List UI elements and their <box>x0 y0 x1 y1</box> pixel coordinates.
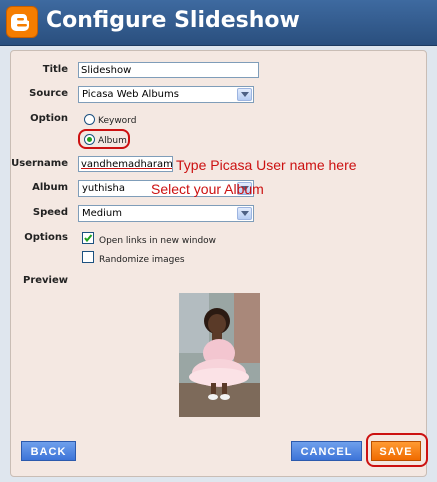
chevron-down-icon <box>237 88 252 101</box>
speed-label: Speed <box>32 207 68 218</box>
option-keyword-radio[interactable] <box>84 114 95 125</box>
window-title: Configure Slideshow <box>46 8 300 33</box>
cancel-button[interactable]: CANCEL <box>291 441 362 461</box>
source-select[interactable]: Picasa Web Albums <box>78 86 254 103</box>
randomize-checkbox[interactable] <box>82 251 94 263</box>
title-bar: Configure Slideshow <box>0 0 437 46</box>
username-label: Username <box>11 158 68 169</box>
album-annotation: Select your Album <box>151 181 264 197</box>
checkmark-icon <box>84 234 93 243</box>
preview-image <box>179 293 260 417</box>
username-annotation: Type Picasa User name here <box>176 157 357 173</box>
blogger-icon <box>6 6 38 38</box>
option-keyword-label: Keyword <box>98 116 137 126</box>
option-album-radio[interactable] <box>84 134 95 145</box>
chevron-down-icon <box>237 207 252 220</box>
title-input[interactable]: Slideshow <box>78 62 259 78</box>
back-button[interactable]: BACK <box>21 441 76 461</box>
speed-select[interactable]: Medium <box>78 205 254 222</box>
preview-label: Preview <box>22 275 68 286</box>
options-label: Options <box>24 232 68 243</box>
open-links-label: Open links in new window <box>99 236 217 246</box>
speed-select-value: Medium <box>82 208 122 219</box>
album-select-value: yuthisha <box>82 183 125 194</box>
title-label: Title <box>42 64 68 75</box>
album-label: Album <box>32 182 68 193</box>
option-album-label: Album <box>98 136 127 146</box>
save-button[interactable]: SAVE <box>371 441 421 461</box>
username-input[interactable]: vandhemadharam <box>78 156 173 172</box>
option-label: Option <box>30 113 68 124</box>
randomize-label: Randomize images <box>99 255 185 265</box>
source-label: Source <box>29 88 68 99</box>
source-select-value: Picasa Web Albums <box>82 89 179 100</box>
username-value: vandhemadharam <box>81 159 173 170</box>
open-links-checkbox[interactable] <box>82 232 94 244</box>
child-photo <box>179 293 260 417</box>
